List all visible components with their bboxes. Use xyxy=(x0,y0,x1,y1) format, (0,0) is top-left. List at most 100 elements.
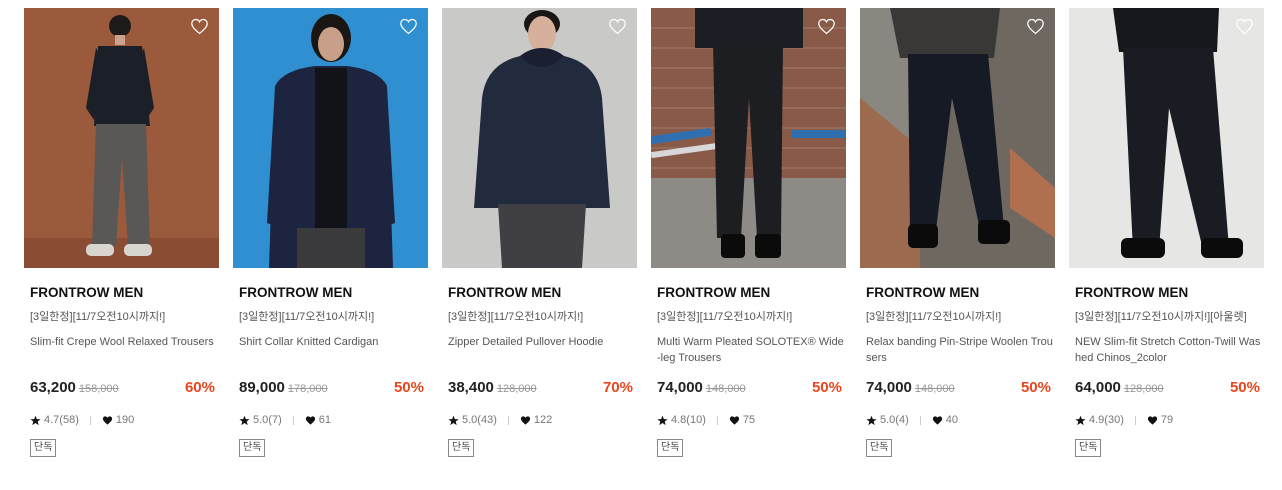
star-icon xyxy=(30,415,41,425)
exclusive-badge: 단독 xyxy=(30,439,57,457)
product-photo xyxy=(860,8,1055,268)
product-card[interactable]: FRONTROW MEN [3일한정][11/7오전10시까지!] Zipper… xyxy=(442,8,637,457)
rating-text: 5.0(7) xyxy=(253,414,282,426)
sale-price: 38,400 xyxy=(448,379,494,396)
price-row: 89,000 178,000 50% xyxy=(233,379,428,399)
star-icon xyxy=(1075,415,1086,425)
promo-text: [3일한정][11/7오전10시까지!] xyxy=(657,311,793,323)
wishlist-heart-icon[interactable] xyxy=(399,18,418,35)
product-name[interactable]: Relax banding Pin-Stripe Woolen Trousers xyxy=(860,334,1055,366)
rating-text: 4.7(58) xyxy=(44,414,79,426)
exclusive-badge: 단독 xyxy=(1075,439,1102,457)
price-row: 63,200 158,000 60% xyxy=(24,379,219,399)
star-icon xyxy=(448,415,459,425)
price-row: 74,000 148,000 50% xyxy=(860,379,1055,399)
product-name[interactable]: Multi Warm Pleated SOLOTEX® Wide-leg Tro… xyxy=(651,334,846,366)
product-name[interactable]: Slim-fit Crepe Wool Relaxed Trousers xyxy=(24,334,219,366)
brand-name[interactable]: FRONTROW MEN xyxy=(860,285,1055,301)
rating-text: 4.9(30) xyxy=(1089,414,1124,426)
sale-price: 63,200 xyxy=(30,379,76,396)
product-card[interactable]: FRONTROW MEN [3일한정][11/7오전10시까지!] Multi … xyxy=(651,8,846,457)
wishlist-heart-icon[interactable] xyxy=(817,18,836,35)
promo-text: [3일한정][11/7오전10시까지!] xyxy=(866,311,1002,323)
brand-name[interactable]: FRONTROW MEN xyxy=(442,285,637,301)
promo-text: [3일한정][11/7오전10시까지!] xyxy=(239,311,375,323)
original-price: 128,000 xyxy=(496,383,537,395)
review-meta: 4.9(30) 79 xyxy=(1069,413,1264,427)
product-photo xyxy=(24,8,219,268)
like-heart-icon xyxy=(305,415,315,425)
product-image[interactable] xyxy=(860,8,1055,268)
product-card[interactable]: FRONTROW MEN [3일한정][11/7오전10시까지!] Shirt … xyxy=(233,8,428,457)
wishlist-heart-icon[interactable] xyxy=(1026,18,1045,35)
original-price: 148,000 xyxy=(914,383,955,395)
rating-text: 5.0(43) xyxy=(462,414,497,426)
product-image[interactable] xyxy=(233,8,428,268)
product-image[interactable] xyxy=(24,8,219,268)
like-count: 61 xyxy=(318,414,331,426)
divider xyxy=(292,415,294,425)
price-row: 74,000 148,000 50% xyxy=(651,379,846,399)
exclusive-badge: 단독 xyxy=(657,439,684,457)
original-price: 148,000 xyxy=(705,383,746,395)
product-image[interactable] xyxy=(1069,8,1264,268)
divider xyxy=(1134,415,1136,425)
product-name[interactable]: Shirt Collar Knitted Cardigan xyxy=(233,334,428,366)
like-count: 79 xyxy=(1160,414,1174,426)
review-meta: 5.0(7) 61 xyxy=(233,413,428,427)
product-photo xyxy=(233,8,428,268)
like-heart-icon xyxy=(932,415,942,425)
brand-name[interactable]: FRONTROW MEN xyxy=(651,285,846,301)
wishlist-heart-icon[interactable] xyxy=(1235,18,1254,35)
like-heart-icon xyxy=(729,415,739,425)
promo-text: [3일한정][11/7오전10시까지!] xyxy=(30,311,166,323)
price-row: 64,000 128,000 50% xyxy=(1069,379,1264,399)
sale-price: 64,000 xyxy=(1075,379,1121,396)
original-price: 178,000 xyxy=(287,383,328,395)
product-image[interactable] xyxy=(651,8,846,268)
like-heart-icon xyxy=(520,415,530,425)
exclusive-badge: 단독 xyxy=(866,439,893,457)
promo-text: [3일한정][11/7오전10시까지!] xyxy=(448,311,584,323)
divider xyxy=(507,415,509,425)
star-icon xyxy=(239,415,250,425)
discount-rate: 60% xyxy=(184,379,215,396)
product-card[interactable]: FRONTROW MEN [3일한정][11/7오전10시까지!] Slim-f… xyxy=(24,8,219,457)
brand-name[interactable]: FRONTROW MEN xyxy=(1069,285,1264,301)
sale-price: 89,000 xyxy=(239,379,285,396)
product-image[interactable] xyxy=(442,8,637,268)
rating-text: 5.0(4) xyxy=(880,414,909,426)
brand-name[interactable]: FRONTROW MEN xyxy=(24,285,219,301)
divider xyxy=(89,415,91,425)
product-card[interactable]: FRONTROW MEN [3일한정][11/7오전10시까지!] Relax … xyxy=(860,8,1055,457)
sale-price: 74,000 xyxy=(866,379,912,396)
rating-text: 4.8(10) xyxy=(671,414,706,426)
star-icon xyxy=(866,415,877,425)
review-meta: 5.0(4) 40 xyxy=(860,413,1055,427)
like-count: 75 xyxy=(742,414,756,426)
product-name[interactable]: NEW Slim-fit Stretch Cotton-Twill Washed… xyxy=(1069,334,1264,366)
sale-price: 74,000 xyxy=(657,379,703,396)
discount-rate: 50% xyxy=(811,379,842,396)
product-photo xyxy=(442,8,637,268)
exclusive-badge: 단독 xyxy=(448,439,475,457)
discount-rate: 70% xyxy=(602,379,633,396)
product-name[interactable]: Zipper Detailed Pullover Hoodie xyxy=(442,334,637,366)
divider xyxy=(919,415,921,425)
discount-rate: 50% xyxy=(393,379,424,396)
like-count: 40 xyxy=(945,414,958,426)
price-row: 38,400 128,000 70% xyxy=(442,379,637,399)
review-meta: 5.0(43) 122 xyxy=(442,413,637,427)
like-heart-icon xyxy=(102,415,112,425)
like-count: 122 xyxy=(533,414,553,426)
star-icon xyxy=(657,415,668,425)
original-price: 158,000 xyxy=(78,383,119,395)
brand-name[interactable]: FRONTROW MEN xyxy=(233,285,428,301)
wishlist-heart-icon[interactable] xyxy=(190,18,209,35)
promo-text: [3일한정][11/7오전10시까지!][아울렛] xyxy=(1075,311,1247,323)
product-card[interactable]: FRONTROW MEN [3일한정][11/7오전10시까지!][아울렛] N… xyxy=(1069,8,1264,457)
divider xyxy=(716,415,718,425)
wishlist-heart-icon[interactable] xyxy=(608,18,627,35)
discount-rate: 50% xyxy=(1020,379,1051,396)
original-price: 128,000 xyxy=(1123,383,1164,395)
